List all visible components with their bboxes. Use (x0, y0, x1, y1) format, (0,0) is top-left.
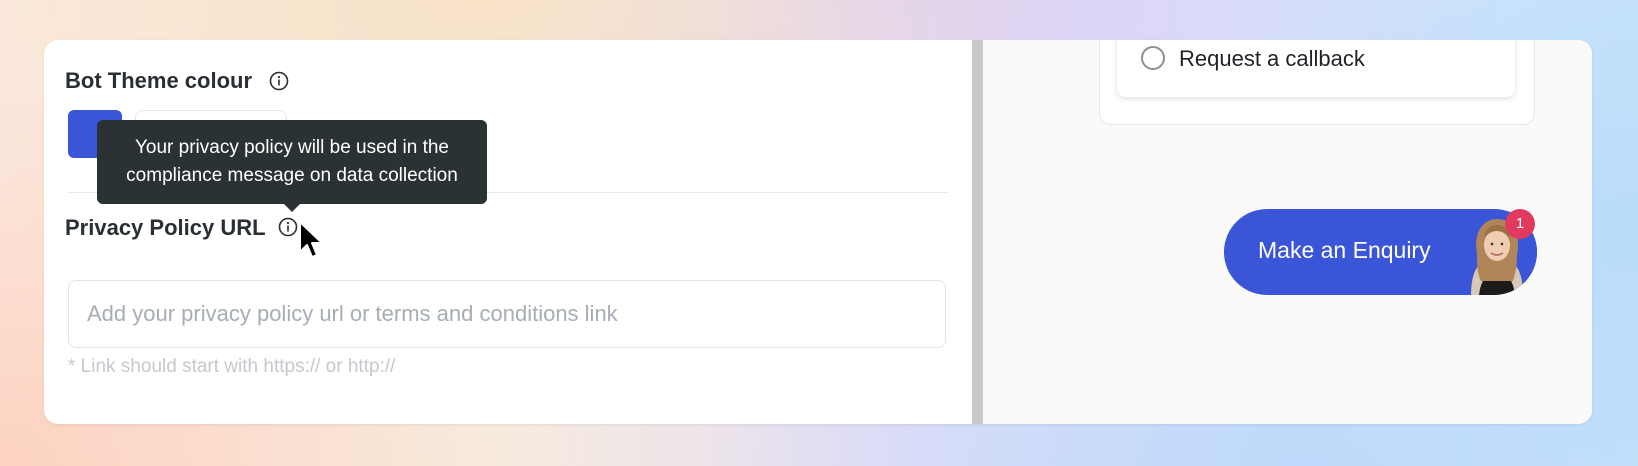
tooltip-line-2: compliance message on data collection (126, 165, 458, 186)
privacy-policy-url-input[interactable] (68, 280, 946, 348)
settings-panel: Bot Theme colour Privacy Policy URL * Li… (44, 40, 972, 424)
bot-theme-title: Bot Theme colour (65, 68, 253, 93)
privacy-policy-tooltip: Your privacy policy will be used in the … (97, 120, 487, 204)
callback-option[interactable]: Request a callback (1117, 40, 1515, 97)
bot-preview-panel: Request a callback Make an Enquiry 1 (983, 40, 1592, 424)
callback-option-label: Request a callback (1179, 46, 1365, 71)
info-icon[interactable] (278, 217, 298, 237)
mouse-pointer-icon (299, 221, 323, 258)
info-icon[interactable] (269, 71, 289, 91)
enquiry-button-label: Make an Enquiry (1258, 237, 1431, 263)
radio-button[interactable] (1141, 46, 1165, 70)
panel-splitter[interactable] (972, 40, 983, 424)
notification-badge: 1 (1505, 209, 1535, 239)
tooltip-arrow (284, 204, 300, 212)
make-enquiry-button[interactable]: Make an Enquiry (1224, 209, 1537, 295)
url-format-hint: * Link should start with https:// or htt… (68, 356, 396, 377)
tooltip-line-1: Your privacy policy will be used in the (134, 137, 450, 158)
settings-window: Bot Theme colour Privacy Policy URL * Li… (44, 40, 1592, 424)
privacy-policy-title: Privacy Policy URL (65, 215, 266, 240)
